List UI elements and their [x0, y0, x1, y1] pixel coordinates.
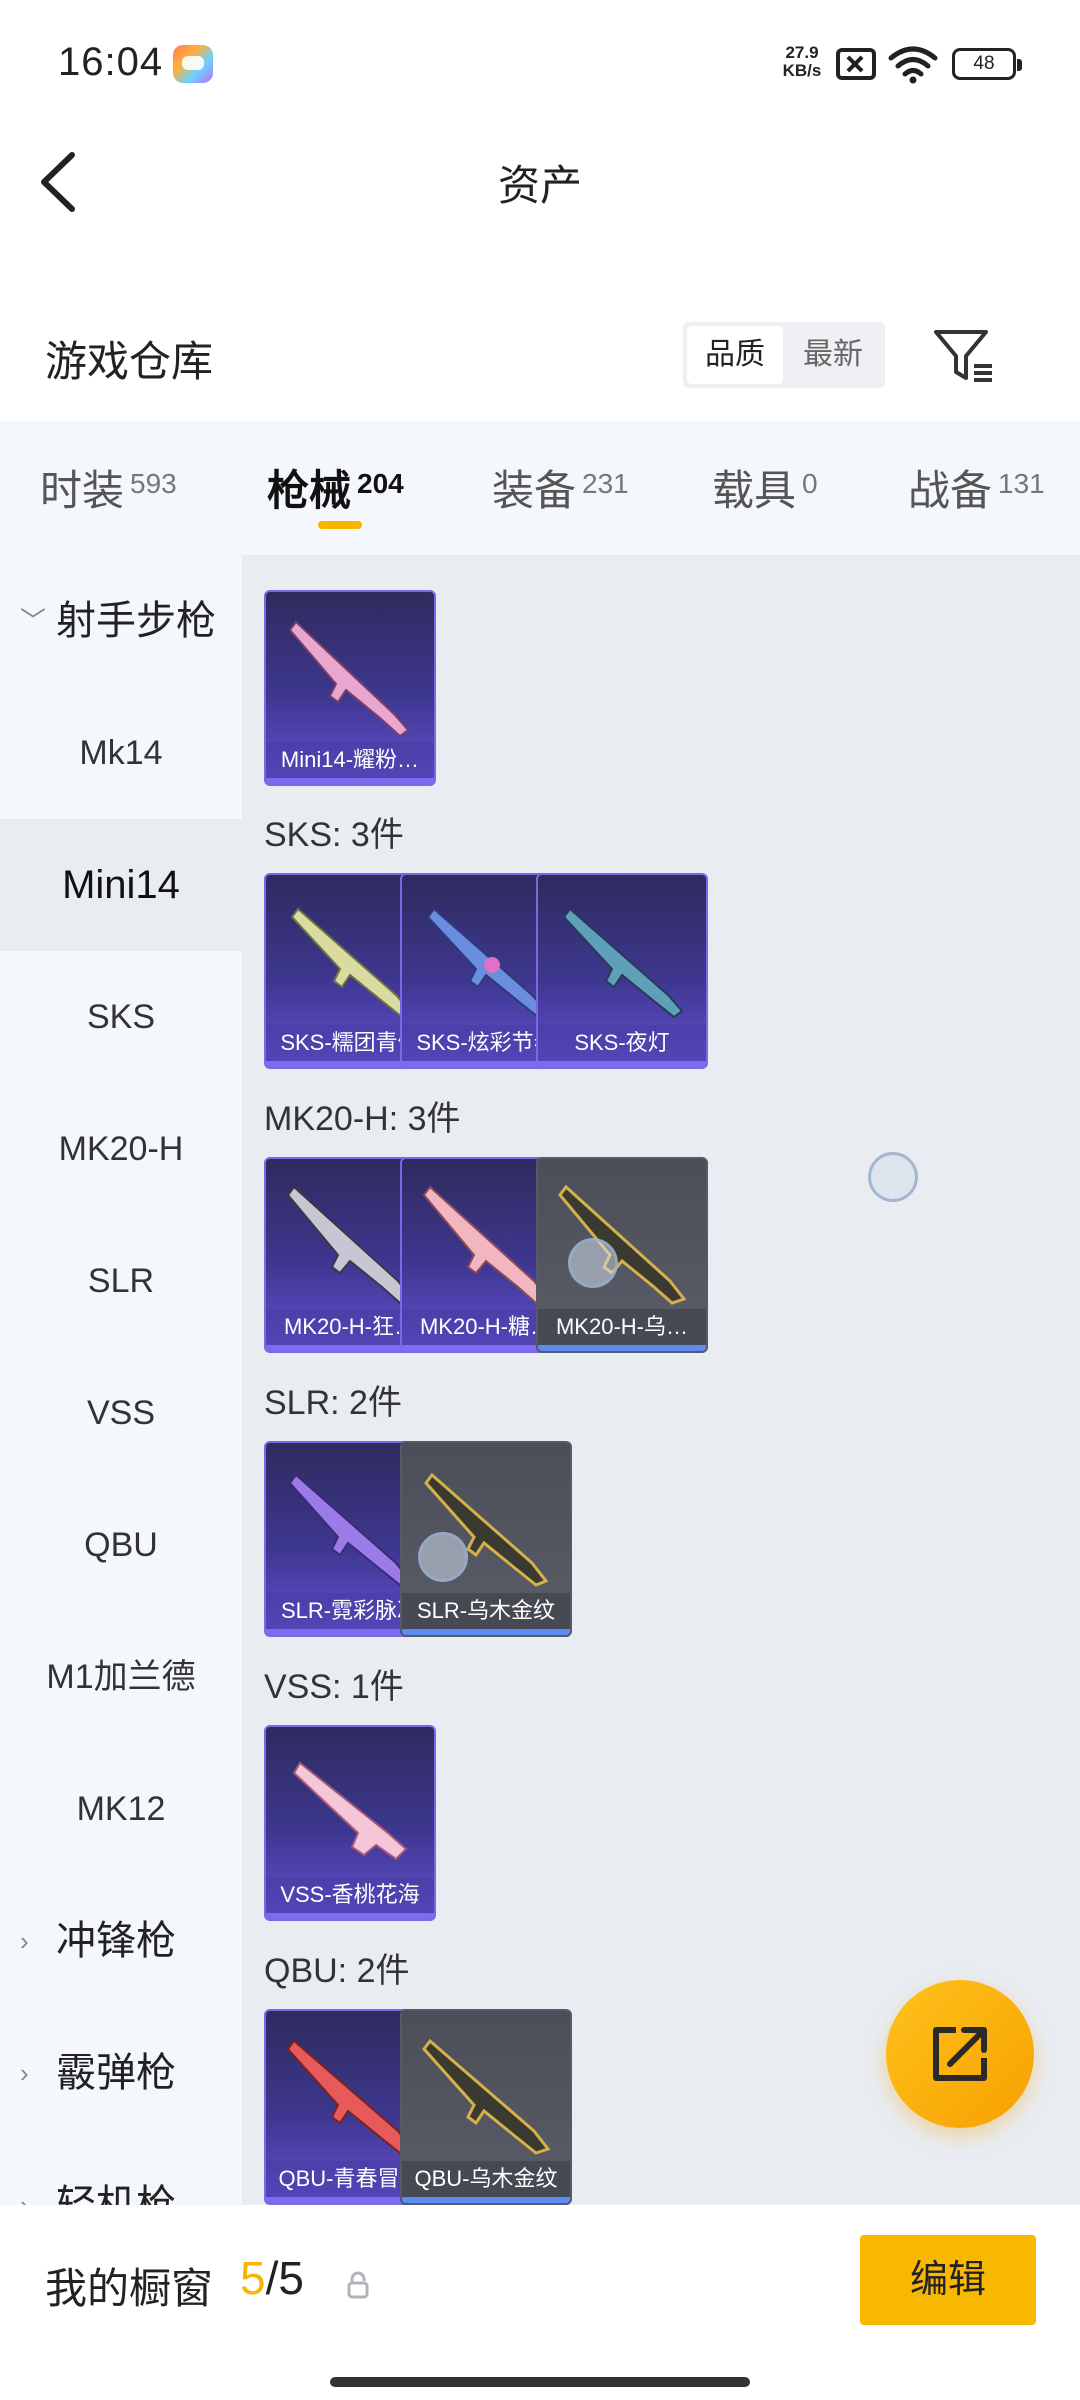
network-speed: 27.9 KB/s: [776, 44, 828, 80]
share-button[interactable]: [886, 1980, 1034, 2128]
skin-name: SLR-乌木金纹: [402, 1593, 570, 1629]
sidebar-item-sks[interactable]: SKS: [0, 951, 242, 1083]
skin-card[interactable]: MK20-H-乌…: [536, 1157, 708, 1353]
section-title: 游戏仓库: [45, 338, 214, 385]
rifle-skin-image: [558, 1184, 687, 1305]
showcase-count-separator: /: [265, 2252, 279, 2304]
tab-count: 131: [998, 468, 1045, 499]
skin-name: MK20-H-乌…: [538, 1309, 706, 1345]
sidebar-item-mk12[interactable]: MK12: [0, 1743, 242, 1875]
rifle-skin-image: [562, 907, 684, 1019]
chevron-right-icon: ›: [20, 2058, 29, 2088]
tab-supplies[interactable]: 战备 131: [908, 457, 1045, 518]
tab-vehicles[interactable]: 载具 0: [712, 457, 818, 518]
share-icon: [933, 2027, 987, 2081]
category-tabs: 时装 593 枪械 204 装备 231 载具 0 战备 131: [0, 421, 1080, 555]
chevron-right-icon: ›: [20, 2190, 29, 2205]
sim-off-icon: [836, 48, 876, 80]
sort-toggle: 品质 最新: [683, 322, 885, 388]
skin-card[interactable]: SKS-夜灯: [536, 873, 708, 1069]
tab-count: 204: [357, 468, 404, 499]
active-tab-indicator: [318, 521, 362, 529]
tab-label: 枪械: [267, 467, 352, 514]
network-speed-value: 27.9: [785, 43, 819, 62]
status-time: 16:04: [58, 40, 164, 84]
sort-quality-option[interactable]: 品质: [687, 326, 783, 384]
tab-count: 231: [582, 468, 629, 499]
skin-card[interactable]: QBU-乌木金纹: [400, 2009, 572, 2205]
rarity-bar: [402, 1629, 570, 1635]
sidebar-item-qbu[interactable]: QBU: [0, 1479, 242, 1611]
filter-button[interactable]: [930, 322, 1000, 388]
battery-icon: 48: [952, 48, 1022, 80]
chevron-down-icon: ﹀: [20, 606, 47, 636]
rarity-bar: [266, 778, 434, 784]
sidebar-group-label: 冲锋枪: [56, 1919, 176, 1963]
showcase-label: 我的橱窗: [45, 2265, 214, 2312]
skin-card[interactable]: VSS-香桃花海: [264, 1725, 436, 1921]
wifi-icon: [888, 46, 938, 84]
rifle-skin-image: [422, 2038, 551, 2155]
sidebar-group-label: 轻机枪: [56, 2183, 176, 2205]
group-header-slr: SLR: 2件: [264, 1384, 402, 1422]
edit-button[interactable]: 编辑: [860, 2235, 1036, 2325]
skin-name: Mini14-耀粉…: [266, 742, 434, 778]
warehouse-header: 游戏仓库 品质 最新: [0, 300, 1080, 420]
sidebar-item-slr[interactable]: SLR: [0, 1215, 242, 1347]
rifle-skin-image: [288, 620, 410, 738]
weapon-grid: Mini14-耀粉… SKS: 3件 SKS-糯团青竹 SKS-炫彩节奏 SKS…: [242, 555, 1080, 2205]
sidebar-group-marksman[interactable]: ﹀ 射手步枪: [0, 555, 242, 687]
sidebar-item-mk14[interactable]: Mk14: [0, 687, 242, 819]
tab-weapons[interactable]: 枪械 204: [267, 457, 404, 518]
tab-label: 装备: [492, 467, 577, 514]
sidebar-item-vss[interactable]: VSS: [0, 1347, 242, 1479]
tab-count: 593: [130, 468, 177, 499]
tab-label: 战备: [908, 467, 993, 514]
weapon-type-sidebar: ﹀ 射手步枪 Mk14 Mini14 SKS MK20-H SLR VSS QB…: [0, 555, 242, 2205]
skin-name: VSS-香桃花海: [266, 1877, 434, 1913]
tab-label: 载具: [712, 467, 797, 514]
skin-name: QBU-乌木金纹: [402, 2161, 570, 2197]
lock-icon: [347, 2271, 369, 2299]
sidebar-group-label: 霰弹枪: [56, 2051, 176, 2095]
chevron-right-icon: ›: [20, 1926, 29, 1956]
group-header-vss: VSS: 1件: [264, 1668, 404, 1706]
tab-label: 时装: [40, 467, 125, 514]
showcase-count: 5/5: [240, 2251, 304, 2305]
status-bar: 16:04 27.9 KB/s 48: [0, 0, 1080, 125]
rarity-bar: [538, 1061, 706, 1067]
filter-icon: [934, 330, 992, 382]
app-game-icon: [173, 45, 213, 83]
home-indicator[interactable]: [330, 2377, 750, 2387]
showcase-count-current: 5: [240, 2252, 266, 2304]
skin-name: SKS-夜灯: [538, 1025, 706, 1061]
showcase-bar: 我的橱窗 5/5 编辑: [0, 2205, 1080, 2400]
sort-latest-option[interactable]: 最新: [785, 326, 881, 384]
tab-outfit[interactable]: 时装 593: [40, 457, 177, 518]
rarity-bar: [402, 2197, 570, 2203]
page-title: 资产: [497, 162, 582, 209]
group-header-sks: SKS: 3件: [264, 816, 404, 854]
sidebar-group-shotgun[interactable]: › 霰弹枪: [0, 2007, 242, 2139]
sidebar-group-lmg[interactable]: › 轻机枪: [0, 2139, 242, 2205]
touch-indicator: [568, 1238, 618, 1288]
skin-card[interactable]: Mini14-耀粉…: [264, 590, 436, 786]
tab-equipment[interactable]: 装备 231: [492, 457, 629, 518]
rarity-bar: [266, 1913, 434, 1919]
showcase-count-total: 5: [278, 2252, 304, 2304]
sidebar-item-mini14[interactable]: Mini14: [0, 819, 242, 951]
rarity-bar: [538, 1345, 706, 1351]
sidebar-group-smg[interactable]: › 冲锋枪: [0, 1875, 242, 2007]
sidebar-item-mk20h[interactable]: MK20-H: [0, 1083, 242, 1215]
touch-indicator: [418, 1532, 468, 1582]
sidebar-group-label: 射手步枪: [56, 599, 216, 643]
tab-count: 0: [802, 468, 818, 499]
rifle-skin-image: [292, 1761, 408, 1861]
group-header-qbu: QBU: 2件: [264, 1952, 410, 1990]
group-header-mk20h: MK20-H: 3件: [264, 1100, 461, 1138]
network-speed-unit: KB/s: [782, 61, 822, 80]
touch-indicator: [868, 1152, 918, 1202]
sidebar-item-m1-garand[interactable]: M1加兰德: [0, 1611, 242, 1743]
